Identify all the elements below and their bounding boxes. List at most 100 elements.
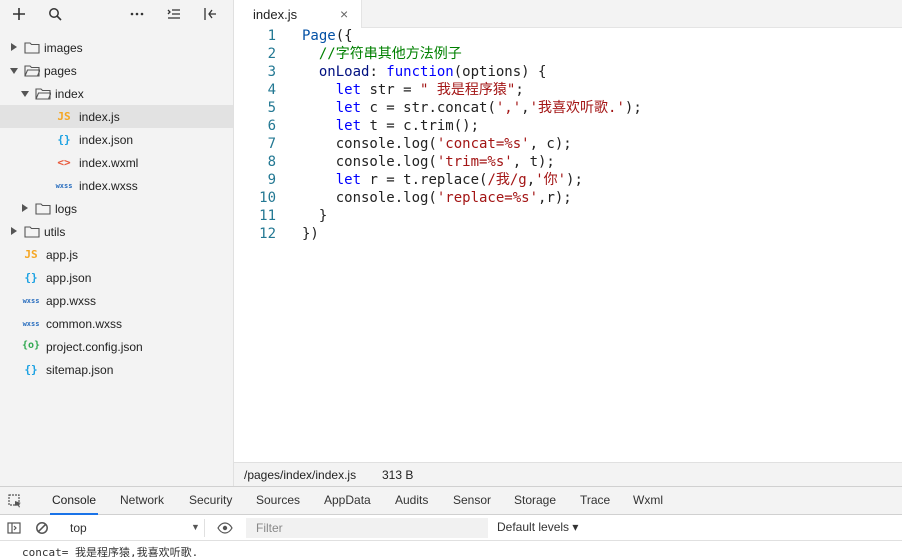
tree-item-images[interactable]: images — [0, 36, 233, 59]
tree-item-index-wxss[interactable]: wxss index.wxss — [0, 174, 233, 197]
code-text: console.log('trim=%s', t); — [302, 154, 555, 170]
line-number: 2 — [267, 46, 276, 62]
code-text: Page({ — [302, 28, 353, 44]
code-area[interactable]: 1 Page({ 2 //字符串其他方法例子 3 onLoad: function(o… — [234, 27, 902, 243]
code-text: let t = c.trim(); — [335, 118, 480, 134]
tree-item-label: utils — [44, 225, 66, 239]
code-text: onLoad: function(options) { — [318, 64, 547, 80]
tree-item-logs[interactable]: logs — [0, 197, 233, 220]
more-icon[interactable] — [127, 4, 147, 24]
tree-item-label: index — [55, 87, 84, 101]
tree-item-index-js[interactable]: JS index.js — [0, 105, 233, 128]
console-toolbar: top ▼ Default levels ▾ — [0, 515, 902, 541]
tree-item-index-wxml[interactable]: <> index.wxml — [0, 151, 233, 174]
tab-appdata[interactable]: AppData — [322, 487, 373, 514]
code-line: 3 onLoad: function(options) { — [234, 63, 902, 81]
code-line: 6 let t = c.trim(); — [234, 117, 902, 135]
inspect-element-icon[interactable] — [6, 493, 24, 509]
console-output: concat= 我是程序猿,我喜欢听歌. — [0, 542, 902, 557]
code-text: } — [302, 208, 328, 224]
tree-item-index-json[interactable]: {} index.json — [0, 128, 233, 151]
tab-console[interactable]: Console — [50, 487, 99, 515]
console-message: concat= 我是程序猿,我喜欢听歌. — [22, 546, 199, 557]
code-line: 9 let r = t.replace(/我/g,'你'); — [234, 171, 902, 189]
context-selector[interactable]: top ▼ — [60, 519, 205, 537]
close-icon[interactable]: × — [340, 6, 348, 22]
plus-icon[interactable] — [9, 4, 29, 24]
tab-storage[interactable]: Storage — [512, 487, 558, 514]
file-size: 313 B — [382, 468, 414, 482]
tab-trace[interactable]: Trace — [578, 487, 612, 514]
code-line: 4 let str = " 我是程序猿"; — [234, 81, 902, 99]
line-number: 5 — [267, 100, 276, 116]
code-line: 10 console.log('replace=%s',r); — [234, 189, 902, 207]
tab-index-js[interactable]: index.js × — [234, 0, 362, 28]
line-number: 4 — [267, 82, 276, 98]
tree-item-app-js[interactable]: JS app.js — [0, 243, 233, 266]
tree-item-app-json[interactable]: {} app.json — [0, 266, 233, 289]
chevron-right-icon[interactable] — [11, 227, 17, 235]
tree-item-label: pages — [44, 64, 77, 78]
code-text: let c = str.concat(',','我喜欢听歌.'); — [335, 100, 642, 116]
explorer-toolbar — [0, 0, 233, 28]
search-icon[interactable] — [45, 4, 65, 24]
js-file-icon: JS — [24, 248, 38, 261]
tree-item-project-config-json[interactable]: {o} project.config.json — [0, 335, 233, 358]
chevron-down-icon: ▼ — [191, 522, 200, 532]
wxss-file-icon: wxss — [22, 320, 40, 328]
tree-item-label: index.json — [79, 133, 134, 147]
tab-security[interactable]: Security — [187, 487, 234, 514]
json-file-icon: {} — [57, 133, 71, 146]
code-line: 11 } — [234, 207, 902, 225]
line-number: 6 — [267, 118, 276, 134]
clear-console-icon[interactable] — [34, 520, 50, 536]
tree-item-label: index.js — [79, 110, 120, 124]
code-text: //字符串其他方法例子 — [318, 46, 462, 62]
tab-wxml[interactable]: Wxml — [631, 487, 665, 514]
chevron-down-icon[interactable] — [21, 91, 29, 97]
code-editor: index.js × 1 Page({ 2 //字符串其他方法例子 3 onLoad:… — [234, 0, 902, 462]
tree-item-index[interactable]: index — [0, 82, 233, 105]
folder-icon — [34, 202, 52, 215]
tree-item-label: index.wxss — [79, 179, 138, 193]
code-line: 7 console.log('concat=%s', c); — [234, 135, 902, 153]
chevron-down-icon[interactable] — [10, 68, 18, 74]
tab-audits[interactable]: Audits — [393, 487, 430, 514]
tree-item-common-wxss[interactable]: wxss common.wxss — [0, 312, 233, 335]
line-number: 8 — [267, 154, 276, 170]
tree-item-sitemap-json[interactable]: {} sitemap.json — [0, 358, 233, 381]
line-number: 9 — [267, 172, 276, 188]
wxml-file-icon: <> — [57, 156, 71, 169]
tree-item-utils[interactable]: utils — [0, 220, 233, 243]
folder-icon — [23, 41, 41, 54]
filter-input[interactable] — [246, 518, 488, 538]
eye-icon[interactable] — [216, 520, 234, 536]
split-icon[interactable] — [200, 4, 220, 24]
chevron-right-icon[interactable] — [22, 204, 28, 212]
tab-network[interactable]: Network — [118, 487, 166, 514]
wxss-file-icon: wxss — [55, 182, 73, 190]
tree-item-pages[interactable]: pages — [0, 59, 233, 82]
tree-item-label: app.json — [46, 271, 92, 285]
js-file-icon: JS — [57, 110, 71, 123]
code-text: console.log('concat=%s', c); — [302, 136, 572, 152]
sidebar-toggle-icon[interactable] — [6, 520, 22, 536]
devtools-tabbar: Console Network Security Sources AppData Audi… — [0, 487, 902, 515]
config-file-icon: {o} — [21, 340, 41, 351]
line-number: 1 — [267, 28, 276, 44]
editor-tabbar: index.js × — [234, 0, 902, 28]
code-line: 12}) — [234, 225, 902, 243]
tree-item-label: logs — [55, 202, 78, 216]
tree-item-label: index.wxml — [79, 156, 139, 170]
tab-sensor[interactable]: Sensor — [451, 487, 493, 514]
collapse-all-icon[interactable] — [164, 4, 184, 24]
tab-sources[interactable]: Sources — [254, 487, 302, 514]
log-levels-dropdown[interactable]: Default levels ▾ — [497, 520, 578, 534]
file-explorer-sidebar: images pages index JS index.js {} index.json <>… — [0, 0, 234, 486]
file-tree: images pages index JS index.js {} index.json <>… — [0, 36, 233, 381]
line-number: 7 — [267, 136, 276, 152]
chevron-right-icon[interactable] — [11, 43, 17, 51]
tree-item-label: sitemap.json — [46, 363, 114, 377]
tree-item-app-wxss[interactable]: wxss app.wxss — [0, 289, 233, 312]
json-file-icon: {} — [24, 271, 38, 284]
